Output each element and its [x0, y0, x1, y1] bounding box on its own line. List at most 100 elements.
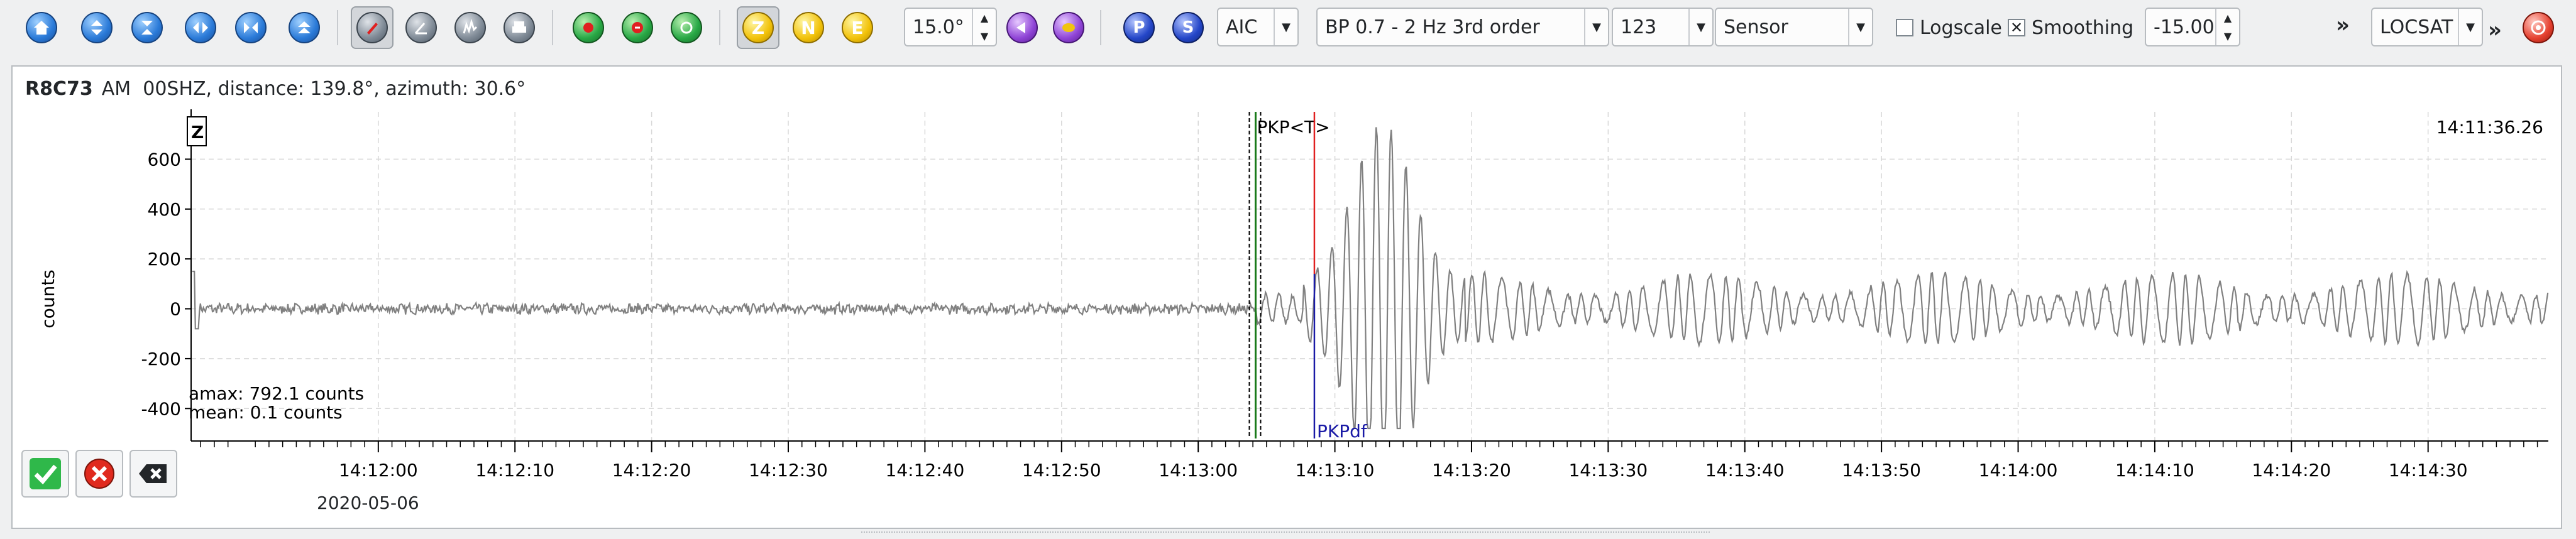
chevron-down-icon: ▼	[1688, 9, 1712, 45]
expand-vertical-icon	[81, 12, 113, 43]
spin-down-icon[interactable]: ▼	[973, 27, 996, 45]
angle-tool-button[interactable]	[400, 6, 443, 49]
align-icon	[1006, 12, 1038, 43]
picker-method-value: AIC	[1226, 16, 1258, 38]
spin-up-icon[interactable]: ▲	[973, 9, 996, 27]
x-axis: 14:12:00 14:12:10 14:12:20 14:12:30 14:12:40…	[191, 440, 2548, 481]
spin-down-icon[interactable]: ▼	[2216, 27, 2239, 45]
reject-button[interactable]	[75, 450, 123, 498]
phase-s-button[interactable]: S	[1167, 6, 1209, 49]
chevron-down-icon: ▼	[1274, 9, 1297, 45]
component-e-button[interactable]: E	[836, 6, 879, 49]
y-tick-label: 0	[170, 299, 181, 320]
toolbar-separator	[337, 10, 338, 45]
main-toolbar: Z N E 15.0° ▲ ▼ P S AIC ▼ BP 0.7 - 2 Hz …	[0, 0, 2576, 58]
x-tick-label: 14:12:50	[1022, 460, 1101, 481]
delete-tag-icon	[139, 464, 167, 483]
locate-button[interactable]	[2517, 6, 2560, 49]
chevron-up-icon	[289, 12, 320, 43]
phase-s-icon: S	[1172, 12, 1204, 43]
zoom-horizontal-in-button[interactable]	[179, 6, 222, 49]
trace-time-label: 14:11:36.26	[2436, 117, 2543, 138]
accept-button[interactable]	[21, 450, 69, 498]
waveform-trace	[192, 127, 2549, 430]
record-button[interactable]	[1047, 6, 1090, 49]
waveform-plot[interactable]: -400-2000200400600 14:12:00 14:12:10 14:12…	[13, 67, 2561, 528]
x-tick-label: 14:12:00	[339, 460, 418, 481]
component-e-icon: E	[842, 12, 873, 43]
align-button[interactable]	[1001, 6, 1043, 49]
toolbar-overflow-2-icon[interactable]: »	[2488, 18, 2502, 43]
filter-value: BP 0.7 - 2 Hz 3rd order	[1325, 16, 1540, 38]
plot-grid	[191, 112, 2548, 441]
reject-icon	[84, 459, 114, 489]
x-tick-label: 14:14:30	[2389, 460, 2468, 481]
reset-zoom-button[interactable]	[283, 6, 326, 49]
logscale-label: Logscale	[1920, 16, 2002, 39]
scale-up-down-button[interactable]	[75, 6, 118, 49]
delete-pick-button[interactable]	[129, 450, 177, 498]
scale-down-button[interactable]	[126, 6, 168, 49]
x-tick-label: 14:14:20	[2252, 460, 2331, 481]
logscale-checkbox-box[interactable]	[1896, 19, 1913, 36]
home-button[interactable]	[20, 6, 63, 49]
angle-icon	[405, 12, 437, 43]
theoretical-pick-label: PKP<T>	[1257, 117, 1329, 138]
mean-label: mean: 0.1 counts	[189, 402, 343, 423]
amplitude-unit-select[interactable]: Sensor ▼	[1715, 8, 1873, 46]
y-axis-label: counts	[38, 270, 58, 329]
toolbar-separator	[1100, 10, 1101, 45]
toolbar-overflow-icon[interactable]: »	[2336, 13, 2350, 38]
theoretical-pick-marker[interactable]: PKP<T>	[1248, 112, 1330, 438]
x-tick-label: 14:12:20	[612, 460, 691, 481]
spin-up-icon[interactable]: ▲	[2216, 9, 2239, 27]
pick-mode-button[interactable]	[351, 6, 394, 49]
filter-icon	[573, 12, 604, 43]
refresh-button[interactable]	[665, 6, 708, 49]
y-tick-label: 400	[148, 199, 181, 220]
spectrum-icon	[454, 12, 486, 43]
filter-toggle-button[interactable]	[567, 6, 610, 49]
expand-horizontal-icon	[185, 12, 216, 43]
locator-select[interactable]: LOCSAT ▼	[2371, 8, 2483, 46]
printer-icon	[504, 12, 535, 43]
x-tick-label: 14:14:10	[2115, 460, 2194, 481]
target-icon	[2523, 12, 2554, 43]
x-tick-label: 14:14:00	[1979, 460, 2058, 481]
spectrogram-button[interactable]	[449, 6, 492, 49]
logscale-checkbox[interactable]: Logscale	[1896, 14, 2002, 41]
trace-panel: R8C73 AM 00SHZ, distance: 139.8°, azimuth…	[11, 65, 2562, 529]
component-n-icon: N	[793, 12, 824, 43]
sync-button[interactable]	[616, 6, 659, 49]
x-tick-label: 14:13:10	[1296, 460, 1375, 481]
x-tick-label: 14:12:10	[475, 460, 554, 481]
rotation-angle-spinbox[interactable]: 15.0° ▲ ▼	[904, 8, 997, 46]
x-tick-label: 14:12:40	[886, 460, 965, 481]
zoom-horizontal-out-button[interactable]	[229, 6, 272, 49]
rotation-angle-value: 15.0°	[913, 16, 964, 38]
y-tick-label: -200	[141, 349, 181, 369]
sync-icon	[622, 12, 653, 43]
resize-grip[interactable]	[861, 531, 1710, 538]
x-tick-label: 14:13:50	[1842, 460, 1921, 481]
printer-button[interactable]	[498, 6, 541, 49]
amplitude-unit-value: Sensor	[1724, 16, 1788, 38]
offset-value: -15.00	[2154, 16, 2215, 38]
components-mode-select[interactable]: 123 ▼	[1612, 8, 1714, 46]
x-tick-label: 14:13:30	[1568, 460, 1648, 481]
offset-spinbox[interactable]: -15.00 ▲ ▼	[2145, 8, 2240, 46]
y-axis: -400 -200 0 200 400 600	[141, 109, 192, 441]
chevron-down-icon: ▼	[1848, 9, 1872, 45]
component-z-button[interactable]: Z	[737, 6, 779, 49]
toolbar-separator	[552, 10, 553, 45]
y-tick-label: -400	[141, 398, 181, 419]
smoothing-checkbox-box[interactable]: ✕	[2008, 19, 2025, 36]
refresh-icon	[671, 12, 702, 43]
phase-p-button[interactable]: P	[1118, 6, 1160, 49]
picker-method-select[interactable]: AIC ▼	[1217, 8, 1299, 46]
component-n-button[interactable]: N	[787, 6, 830, 49]
date-label: 2020-05-06	[317, 493, 419, 513]
smoothing-checkbox[interactable]: ✕ Smoothing	[2008, 14, 2133, 41]
filter-select[interactable]: BP 0.7 - 2 Hz 3rd order ▼	[1316, 8, 1609, 46]
home-icon	[26, 12, 57, 43]
